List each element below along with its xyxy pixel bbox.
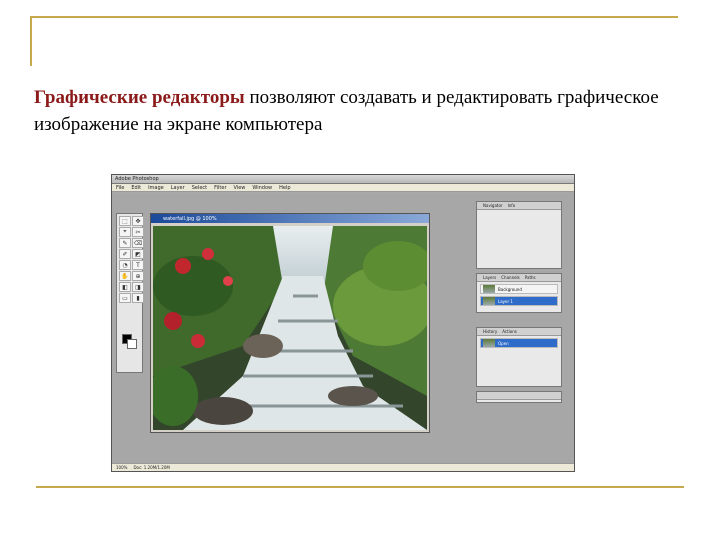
window-title: Adobe Photoshop xyxy=(115,176,159,182)
status-zoom: 100% xyxy=(116,465,128,470)
eyedropper-tool-icon[interactable]: ▭ xyxy=(119,293,131,303)
extra-panel-tabs[interactable] xyxy=(477,392,561,400)
layer-row[interactable]: Layer 1 xyxy=(480,296,558,306)
photoshop-window: Adobe Photoshop File Edit Image Layer Select… xyxy=(111,174,575,472)
menu-bar: File Edit Image Layer Select Filter View Window… xyxy=(112,184,574,192)
document-titlebar[interactable]: waterfall.jpg @ 100% xyxy=(151,214,429,223)
pencil-tool-icon[interactable]: ✐ xyxy=(119,249,131,259)
menu-item-edit[interactable]: Edit xyxy=(131,185,141,191)
menu-item-layer[interactable]: Layer xyxy=(171,185,185,191)
history-tab-history[interactable]: History xyxy=(483,329,497,334)
notes-tool-icon[interactable]: ▮ xyxy=(132,293,144,303)
extra-panel xyxy=(476,391,562,403)
gradient-tool-icon[interactable]: ◩ xyxy=(132,249,144,259)
workspace: ⬚ ✥ ⌖ ✂ ✎ ⌫ ✐ ◩ ◔ T ✋ ⊕ ◧ ◨ ▭ ▮ waterfall.jpg @ 100% xyxy=(112,193,574,463)
layer-row-thumbnail xyxy=(483,297,495,305)
slide-top-rule xyxy=(30,16,678,18)
layer-row-label: Layer 1 xyxy=(498,298,513,304)
type-tool-icon[interactable]: T xyxy=(132,260,144,270)
menu-item-file[interactable]: File xyxy=(116,185,124,191)
layer-row-thumbnail xyxy=(483,285,495,293)
slide-caption: Графические редакторы позволяют создават… xyxy=(34,84,674,138)
history-panel: History Actions Open xyxy=(476,327,562,387)
layers-panel: Layers Channels Paths Background Layer 1 xyxy=(476,273,562,313)
menu-item-view[interactable]: View xyxy=(234,185,246,191)
hand-tool-icon[interactable]: ✋ xyxy=(119,271,131,281)
waterfall-photo xyxy=(153,226,427,430)
zoom-tool-icon[interactable]: ⊕ xyxy=(132,271,144,281)
menu-item-select[interactable]: Select xyxy=(192,185,207,191)
menu-item-window[interactable]: Window xyxy=(252,185,272,191)
menu-item-image[interactable]: Image xyxy=(148,185,164,191)
shape-tool-icon[interactable]: ◨ xyxy=(132,282,144,292)
pen-tool-icon[interactable]: ◧ xyxy=(119,282,131,292)
document-title: waterfall.jpg @ 100% xyxy=(163,215,217,222)
eraser-tool-icon[interactable]: ⌫ xyxy=(132,238,144,248)
menu-item-filter[interactable]: Filter xyxy=(214,185,226,191)
history-row[interactable]: Open xyxy=(480,338,558,348)
history-row-label: Open xyxy=(498,340,509,346)
slide-bottom-rule xyxy=(36,486,684,488)
image-canvas[interactable] xyxy=(153,226,427,430)
marquee-tool-icon[interactable]: ⬚ xyxy=(119,216,131,226)
brush-tool-icon[interactable]: ✎ xyxy=(119,238,131,248)
layers-tab-layers[interactable]: Layers xyxy=(483,275,496,280)
layers-tab-paths[interactable]: Paths xyxy=(525,275,536,280)
nav-tab-info[interactable]: Info xyxy=(508,203,516,208)
slide-left-rule xyxy=(30,16,32,66)
toolbox: ⬚ ✥ ⌖ ✂ ✎ ⌫ ✐ ◩ ◔ T ✋ ⊕ ◧ ◨ ▭ ▮ xyxy=(116,213,144,373)
document-window: waterfall.jpg @ 100% xyxy=(150,213,430,433)
layer-row[interactable]: Background xyxy=(480,284,558,294)
status-doc-size: Doc: 1.20M/1.20M xyxy=(133,465,170,470)
lasso-tool-icon[interactable]: ⌖ xyxy=(119,227,131,237)
background-color-swatch[interactable] xyxy=(127,339,137,349)
dodge-tool-icon[interactable]: ◔ xyxy=(119,260,131,270)
navigator-panel: Navigator Info xyxy=(476,201,562,269)
status-bar: 100% Doc: 1.20M/1.20M xyxy=(112,463,574,471)
caption-accent: Графические редакторы xyxy=(34,87,245,108)
move-tool-icon[interactable]: ✥ xyxy=(132,216,144,226)
history-tab-actions[interactable]: Actions xyxy=(502,329,517,334)
layer-row-label: Background xyxy=(498,286,522,292)
layers-tab-channels[interactable]: Channels xyxy=(501,275,520,280)
crop-tool-icon[interactable]: ✂ xyxy=(132,227,144,237)
history-row-thumbnail xyxy=(483,339,495,347)
window-titlebar[interactable]: Adobe Photoshop xyxy=(112,175,574,184)
nav-tab-navigator[interactable]: Navigator xyxy=(483,203,503,208)
menu-item-help[interactable]: Help xyxy=(279,185,290,191)
